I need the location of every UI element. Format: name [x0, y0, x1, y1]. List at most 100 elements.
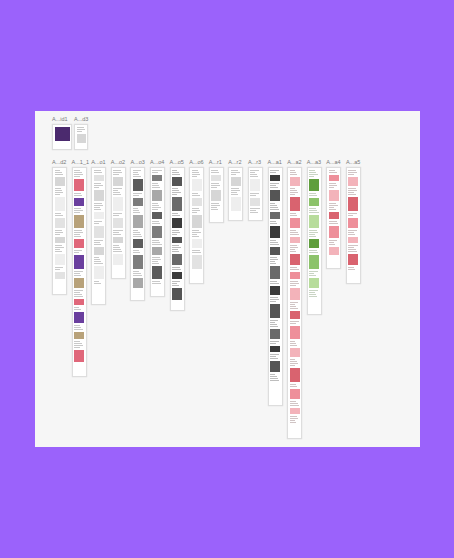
artboard-label[interactable]: A...o1 [91, 159, 105, 166]
artboard-label[interactable]: A...a2 [287, 159, 301, 166]
artboard-frame[interactable] [150, 167, 165, 297]
design-canvas[interactable]: A...id1 A...d3 A...d2 A...1_1A...o1 A...o2 A… [35, 111, 420, 447]
text-line [309, 236, 316, 237]
artboard-label[interactable]: A...d3 [74, 116, 88, 123]
artboard[interactable]: A...a4 [326, 159, 341, 269]
text-lines [55, 230, 65, 235]
text-line [309, 296, 317, 297]
text-line [133, 174, 140, 175]
artboard-frame[interactable] [111, 167, 126, 279]
text-line [152, 259, 161, 260]
artboard[interactable]: A...r3 [248, 159, 263, 221]
image-block [290, 197, 300, 211]
artboard[interactable]: A...r2 [228, 159, 243, 221]
image-block [250, 179, 260, 191]
text-lines [290, 321, 300, 324]
artboard-label[interactable]: A...o4 [150, 159, 164, 166]
artboard-frame[interactable] [228, 167, 243, 221]
artboard-label[interactable]: A...a4 [326, 159, 340, 166]
text-line [270, 221, 276, 222]
text-lines [309, 170, 319, 177]
text-line [290, 247, 298, 248]
artboard[interactable]: A...o1 [91, 159, 106, 305]
text-line [329, 203, 337, 204]
artboard-frame[interactable] [74, 124, 88, 150]
artboard-frame[interactable] [52, 124, 72, 150]
text-lines [94, 183, 104, 188]
text-lines [270, 183, 280, 188]
artboard-label[interactable]: A...r1 [209, 159, 222, 166]
artboard-frame[interactable] [287, 167, 302, 439]
artboard-label[interactable]: A...r2 [228, 159, 241, 166]
artboard-frame[interactable] [170, 167, 185, 311]
text-line [94, 281, 100, 282]
artboard[interactable]: A...a1 [268, 159, 283, 406]
artboard-label[interactable]: A...a1 [268, 159, 282, 166]
artboard-label[interactable]: A...o3 [130, 159, 144, 166]
artboard-frame[interactable] [52, 167, 67, 295]
text-lines [290, 213, 300, 216]
artboard[interactable]: A...a2 [287, 159, 302, 439]
artboard-frame[interactable] [72, 167, 87, 377]
artboard[interactable]: A...1_1 [72, 159, 87, 377]
artboard-frame[interactable] [130, 167, 145, 301]
text-line [55, 232, 64, 233]
text-line [94, 261, 102, 262]
artboard-label[interactable]: A...r3 [248, 159, 261, 166]
text-lines [77, 127, 86, 132]
artboard-label[interactable]: A...id1 [52, 116, 68, 123]
artboard[interactable]: A...a5 [346, 159, 361, 284]
image-block [270, 286, 280, 295]
text-line [290, 405, 299, 406]
artboard-label[interactable]: A...a5 [346, 159, 360, 166]
artboard-frame[interactable] [268, 167, 283, 406]
artboard-label[interactable]: A...o6 [189, 159, 203, 166]
artboard[interactable]: A...o4 [150, 159, 165, 297]
artboard[interactable]: A...d2 [52, 159, 67, 295]
artboard-frame[interactable] [91, 167, 106, 305]
artboard-frame[interactable] [209, 167, 224, 223]
image-block [77, 134, 86, 143]
artboard-frame[interactable] [307, 167, 322, 315]
text-line [133, 193, 142, 194]
image-block [348, 254, 358, 265]
text-line [348, 170, 355, 171]
artboard-frame[interactable] [326, 167, 341, 269]
artboard-frame[interactable] [346, 167, 361, 284]
artboard-label[interactable]: A...o2 [111, 159, 125, 166]
text-lines [172, 267, 182, 270]
artboard[interactable]: A...id1 [52, 116, 72, 150]
artboard[interactable]: A...r1 [209, 159, 224, 223]
text-line [133, 172, 138, 173]
image-block [192, 215, 202, 228]
text-line [172, 230, 179, 231]
text-line [270, 343, 276, 344]
artboard[interactable]: A...a3 [307, 159, 322, 315]
artboard[interactable]: A...o5 [170, 159, 185, 311]
text-line [152, 205, 159, 206]
artboard-label[interactable]: A...d2 [52, 159, 66, 166]
artboard-frame[interactable] [189, 167, 204, 284]
text-line [55, 249, 61, 250]
text-line [133, 232, 140, 233]
text-line [172, 283, 177, 284]
text-line [211, 170, 218, 171]
artboard[interactable]: A...o6 [189, 159, 204, 284]
text-line [270, 376, 277, 377]
text-line [309, 230, 316, 231]
text-line [192, 195, 200, 196]
artboard[interactable]: A...d3 [74, 116, 88, 150]
artboard-label[interactable]: A...1_1 [72, 159, 89, 166]
artboard-frame[interactable] [248, 167, 263, 221]
artboard-label[interactable]: A...a3 [307, 159, 321, 166]
text-line [309, 210, 317, 211]
artboard[interactable]: A...o2 [111, 159, 126, 279]
text-line [309, 234, 314, 235]
artboard[interactable]: A...o3 [130, 159, 145, 301]
text-line [329, 205, 338, 206]
artboard-label[interactable]: A...o5 [170, 159, 184, 166]
text-line [172, 172, 179, 173]
text-line [74, 347, 80, 348]
text-line [348, 188, 356, 189]
text-lines [192, 193, 202, 196]
